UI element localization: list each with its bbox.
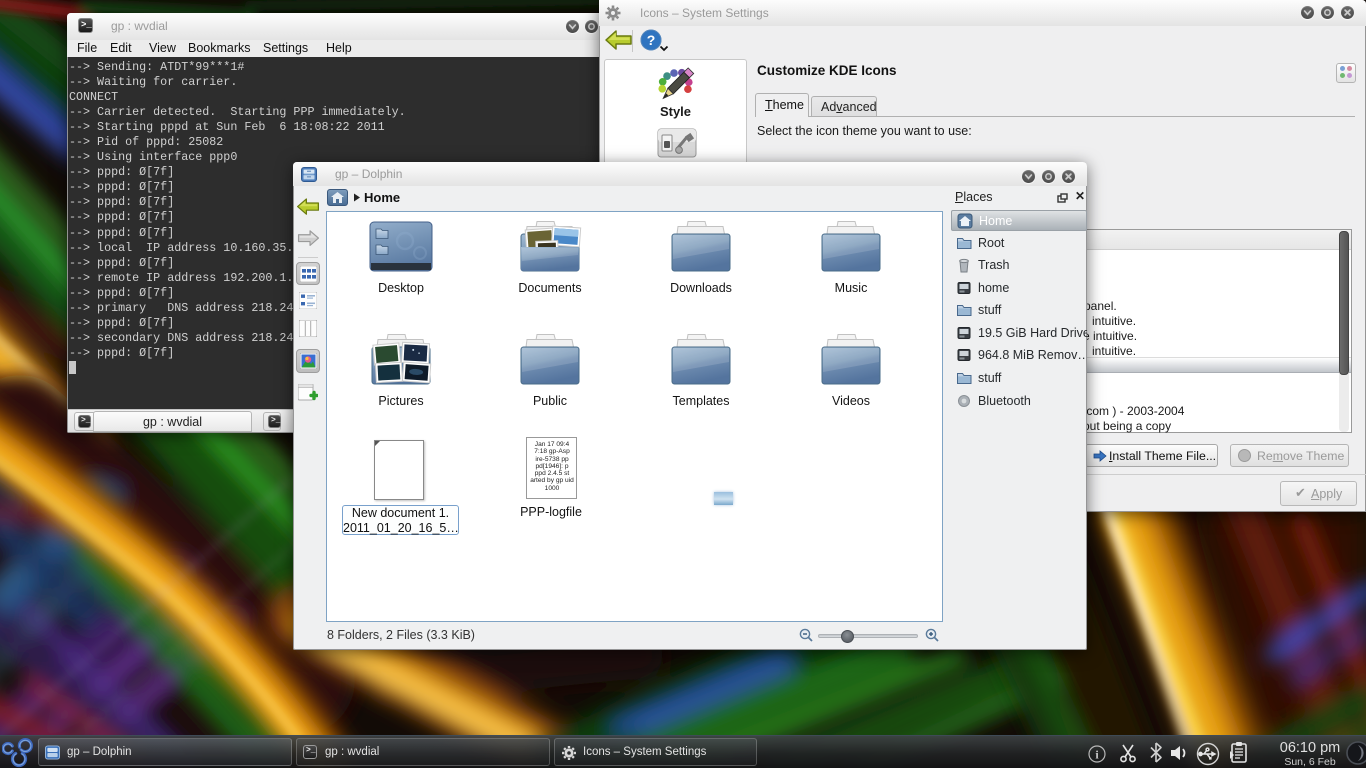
svg-text:i: i	[1095, 748, 1099, 762]
svg-text:?: ?	[647, 32, 656, 48]
